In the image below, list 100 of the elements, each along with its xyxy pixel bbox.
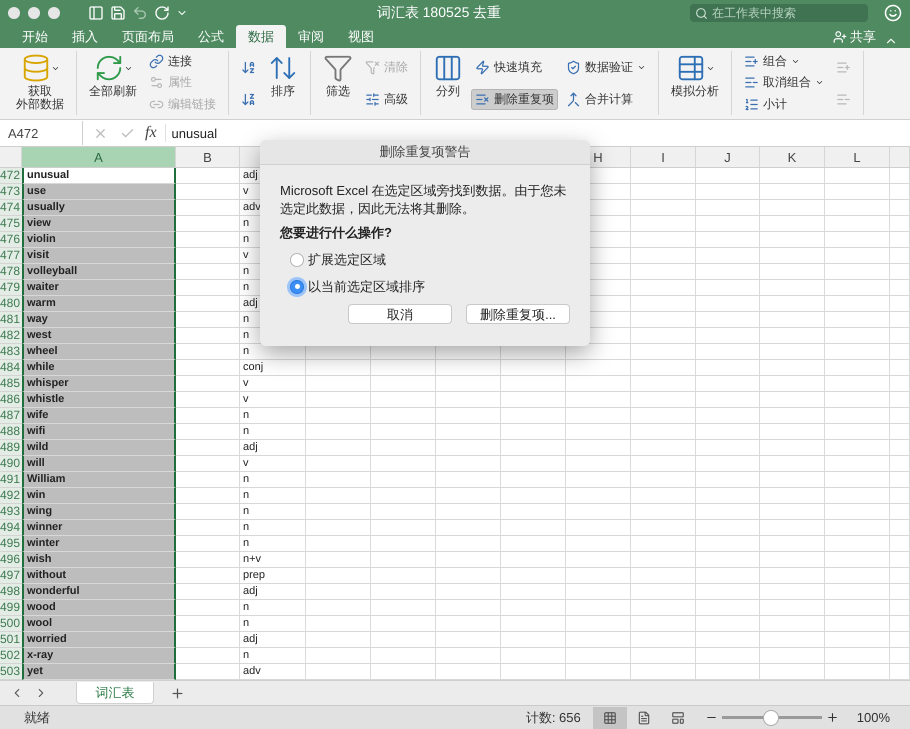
column-header[interactable]: J <box>696 147 760 167</box>
column-header[interactable]: K <box>760 147 825 167</box>
row-number[interactable]: 494 <box>0 520 22 536</box>
row-number[interactable]: 486 <box>0 392 22 408</box>
ribbon-tab[interactable]: 页面布局 <box>110 25 186 48</box>
ribbon-tab[interactable]: 视图 <box>336 25 386 48</box>
column-header[interactable]: B <box>176 147 240 167</box>
grid-cell <box>436 504 501 520</box>
radio-label[interactable]: 以当前选定区域排序 <box>308 278 425 296</box>
row-number[interactable]: 479 <box>0 280 22 296</box>
zoom-in-icon[interactable] <box>826 711 839 724</box>
ribbon-button[interactable]: 快速填充 <box>471 56 558 78</box>
row-number[interactable]: 480 <box>0 296 22 312</box>
ribbon-button[interactable]: 组合 <box>740 51 828 72</box>
row-number[interactable]: 491 <box>0 472 22 488</box>
row-number[interactable]: 484 <box>0 360 22 376</box>
ribbon-button[interactable]: 筛选 <box>319 51 357 115</box>
radio-button[interactable] <box>290 252 304 266</box>
row-number[interactable]: 472 <box>0 168 22 184</box>
row-number[interactable]: 483 <box>0 344 22 360</box>
grid-cell <box>696 648 760 664</box>
grid-cell <box>566 472 631 488</box>
ribbon-button[interactable]: 全部刷新 <box>85 51 141 115</box>
row-number[interactable]: 482 <box>0 328 22 344</box>
view-button[interactable] <box>592 706 627 728</box>
row-number[interactable]: 492 <box>0 488 22 504</box>
ribbon-button[interactable]: 模拟分析 <box>667 51 723 115</box>
row-number[interactable]: 502 <box>0 648 22 664</box>
row-number[interactable]: 495 <box>0 536 22 552</box>
ribbon-button[interactable]: 删除重复项 <box>471 88 558 110</box>
grid-cell <box>760 504 825 520</box>
row-number[interactable]: 499 <box>0 600 22 616</box>
smiley-icon[interactable] <box>884 4 902 22</box>
grid-cell <box>501 520 566 536</box>
ribbon-button[interactable]: 高级 <box>361 88 412 110</box>
row-number[interactable]: 498 <box>0 584 22 600</box>
row-number[interactable]: 496 <box>0 552 22 568</box>
row-number[interactable]: 473 <box>0 184 22 200</box>
grid-cell <box>696 216 760 232</box>
ribbon-tab[interactable]: 数据 <box>236 25 286 48</box>
row-number[interactable]: 503 <box>0 664 22 680</box>
row-number[interactable]: 478 <box>0 264 22 280</box>
table-cell: wife <box>22 408 176 424</box>
column-header[interactable]: L <box>825 147 890 167</box>
save-icon[interactable] <box>110 4 126 20</box>
redo-icon[interactable] <box>154 4 170 20</box>
row-number[interactable]: 476 <box>0 232 22 248</box>
ribbon-button[interactable]: 数据验证 <box>562 56 650 78</box>
column-header[interactable]: A <box>22 147 176 167</box>
row-number[interactable]: 500 <box>0 616 22 632</box>
ribbon-button[interactable]: 小计 <box>740 94 828 115</box>
ribbon-tab[interactable]: 审阅 <box>286 25 336 48</box>
zoom-window-control[interactable] <box>48 6 60 18</box>
grid-cell <box>890 488 910 504</box>
grid-cell <box>176 360 240 376</box>
dialog-button[interactable]: 删除重复项... <box>466 304 570 324</box>
ribbon-button[interactable]: 连接 <box>145 51 220 72</box>
grid-cell <box>176 552 240 568</box>
slider-thumb[interactable] <box>764 710 778 724</box>
ribbon-button[interactable]: 获取 外部数据 <box>12 51 68 115</box>
row-number[interactable]: 475 <box>0 216 22 232</box>
dialog-button[interactable]: 取消 <box>348 304 452 324</box>
row-number[interactable]: 481 <box>0 312 22 328</box>
grid-cell <box>890 216 910 232</box>
ribbon-tab[interactable]: 插入 <box>60 25 110 48</box>
row-number[interactable]: 474 <box>0 200 22 216</box>
search-field[interactable]: 在工作表中搜索 <box>690 4 868 22</box>
grid-cell <box>176 584 240 600</box>
grid-cell <box>631 456 696 472</box>
row-number[interactable]: 493 <box>0 504 22 520</box>
row-number[interactable]: 485 <box>0 376 22 392</box>
row-number[interactable]: 497 <box>0 568 22 584</box>
grid-cell <box>501 472 566 488</box>
ribbon-tab[interactable]: 开始 <box>10 25 60 48</box>
row-number[interactable]: 477 <box>0 248 22 264</box>
minimize-window-control[interactable] <box>28 6 40 18</box>
row-number[interactable]: 501 <box>0 632 22 648</box>
ribbon-button[interactable]: 排序 <box>264 51 302 115</box>
grid-cell <box>760 632 825 648</box>
grid-cell <box>825 424 890 440</box>
name-box[interactable]: A472 <box>0 121 83 145</box>
table-cell: whisper <box>22 376 176 392</box>
sheet-tab[interactable]: 词汇表 <box>76 682 154 704</box>
ribbon-button[interactable]: 分列 <box>429 51 467 115</box>
ribbon-button[interactable]: 取消组合 <box>740 72 828 94</box>
close-window-control[interactable] <box>8 6 20 18</box>
grid-cell <box>631 536 696 552</box>
sidebar-icon[interactable] <box>88 4 104 20</box>
row-number[interactable]: 488 <box>0 424 22 440</box>
ribbon-tab[interactable]: 公式 <box>186 25 236 48</box>
row-number[interactable]: 487 <box>0 408 22 424</box>
undo-icon[interactable] <box>132 4 148 20</box>
ribbon-button[interactable]: 合并计算 <box>562 88 650 110</box>
row-number[interactable]: 490 <box>0 456 22 472</box>
row-number[interactable]: 489 <box>0 440 22 456</box>
share-button[interactable]: 共享 <box>827 25 882 48</box>
grid-cell <box>566 408 631 424</box>
radio-label[interactable]: 扩展选定区域 <box>308 250 386 268</box>
radio-button[interactable] <box>290 280 304 294</box>
column-header[interactable]: I <box>631 147 696 167</box>
